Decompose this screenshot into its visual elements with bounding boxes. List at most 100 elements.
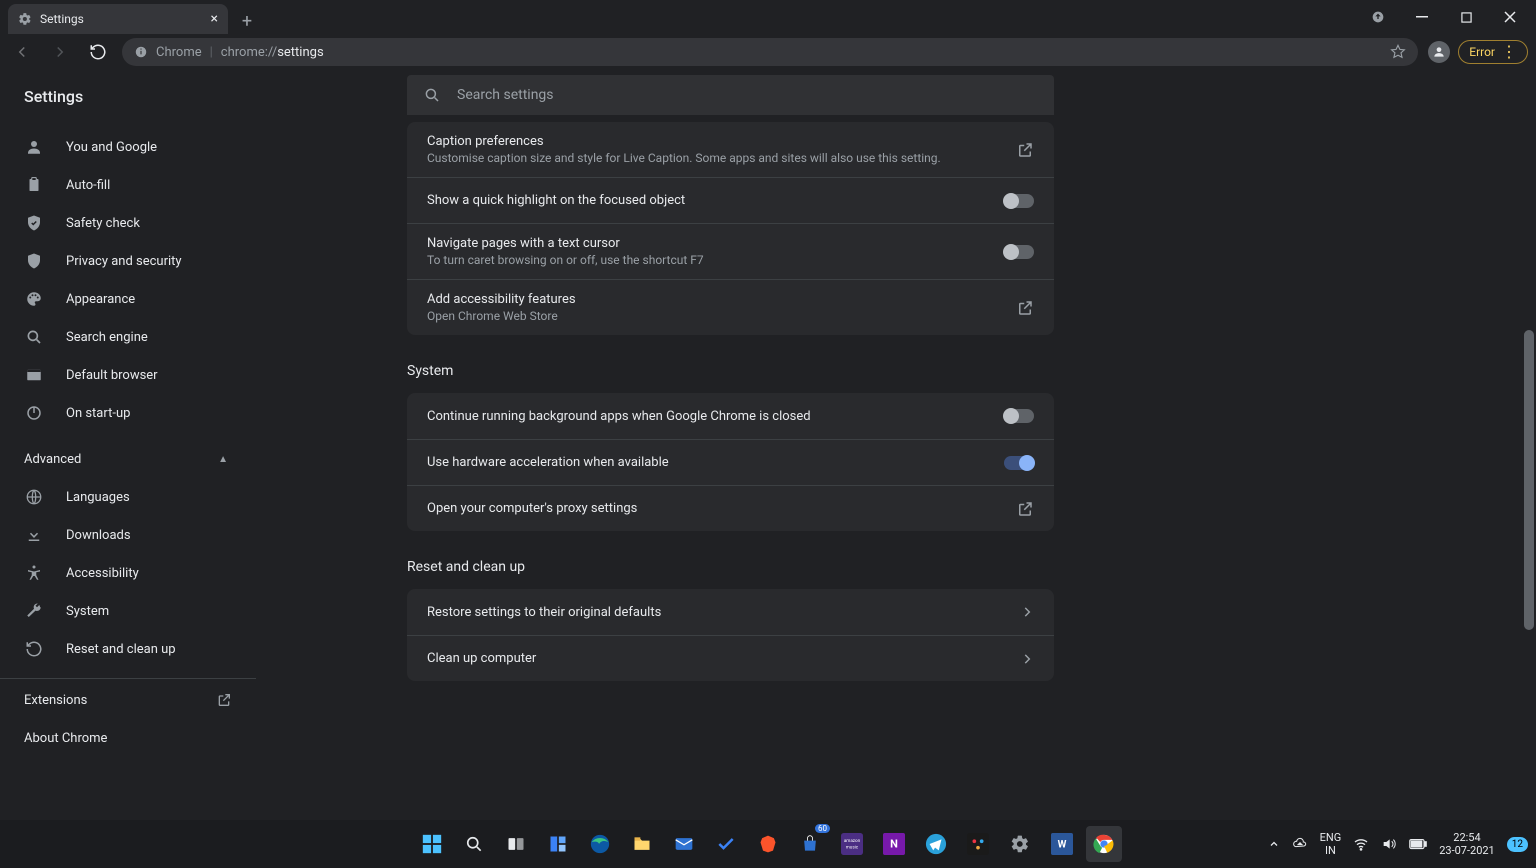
windows-taskbar: 60 amazonmusic N W ENG IN 22:54 23-07-20… bbox=[0, 820, 1536, 868]
sidebar-item-system[interactable]: System bbox=[0, 592, 256, 630]
notification-badge[interactable]: 12 bbox=[1507, 837, 1528, 852]
new-tab-button[interactable]: + bbox=[234, 8, 260, 34]
palette-icon bbox=[24, 290, 44, 308]
profile-avatar-button[interactable] bbox=[1428, 41, 1450, 63]
taskbar-search-button[interactable] bbox=[456, 826, 492, 862]
clock[interactable]: 22:54 23-07-2021 bbox=[1439, 831, 1495, 857]
volume-icon[interactable] bbox=[1381, 836, 1397, 852]
file-explorer-icon[interactable] bbox=[624, 826, 660, 862]
language-indicator[interactable]: ENG IN bbox=[1320, 831, 1342, 857]
scrollbar-thumb[interactable] bbox=[1524, 330, 1534, 630]
window-close-button[interactable] bbox=[1490, 3, 1530, 31]
sidebar-item-languages[interactable]: Languages bbox=[0, 478, 256, 516]
bookmark-star-icon[interactable] bbox=[1390, 44, 1406, 60]
sidebar-divider bbox=[0, 678, 256, 679]
chevron-right-icon bbox=[1020, 652, 1034, 666]
chrome-icon[interactable] bbox=[1086, 826, 1122, 862]
address-bar[interactable]: Chrome | chrome://settings bbox=[122, 38, 1418, 66]
row-title: Show a quick highlight on the focused ob… bbox=[427, 193, 685, 208]
row-add-accessibility[interactable]: Add accessibility features Open Chrome W… bbox=[407, 279, 1054, 335]
row-hardware-accel[interactable]: Use hardware acceleration when available bbox=[407, 439, 1054, 485]
error-indicator-button[interactable]: Error ⋮ bbox=[1458, 40, 1528, 64]
open-external-icon[interactable] bbox=[1016, 500, 1034, 518]
open-external-icon[interactable] bbox=[1016, 141, 1034, 159]
sidebar-item-downloads[interactable]: Downloads bbox=[0, 516, 256, 554]
battery-icon[interactable] bbox=[1409, 838, 1427, 850]
mail-icon[interactable] bbox=[666, 826, 702, 862]
sidebar-item-label: Reset and clean up bbox=[66, 642, 176, 657]
edge-icon[interactable] bbox=[582, 826, 618, 862]
page-title: Settings bbox=[24, 87, 83, 106]
open-external-icon[interactable] bbox=[1016, 299, 1034, 317]
task-view-button[interactable] bbox=[498, 826, 534, 862]
toggle-hardware-accel[interactable] bbox=[1004, 456, 1034, 470]
window-minimize-button[interactable] bbox=[1402, 3, 1442, 31]
start-button[interactable] bbox=[414, 826, 450, 862]
gear-icon bbox=[18, 12, 32, 26]
row-title: Continue running background apps when Go… bbox=[427, 409, 811, 424]
sidebar-item-appearance[interactable]: Appearance bbox=[0, 280, 256, 318]
sidebar-item-safety-check[interactable]: Safety check bbox=[0, 204, 256, 242]
back-button[interactable] bbox=[8, 38, 36, 66]
telegram-icon[interactable] bbox=[918, 826, 954, 862]
sidebar-advanced-toggle[interactable]: Advanced ▲ bbox=[0, 440, 256, 478]
settings-search-bar[interactable] bbox=[407, 75, 1054, 115]
chevron-right-icon bbox=[1020, 605, 1034, 619]
extension-shield-icon[interactable] bbox=[1370, 9, 1386, 25]
row-title: Clean up computer bbox=[427, 651, 536, 666]
sidebar-item-default-browser[interactable]: Default browser bbox=[0, 356, 256, 394]
sidebar-item-you-and-google[interactable]: You and Google bbox=[0, 128, 256, 166]
sidebar-item-autofill[interactable]: Auto-fill bbox=[0, 166, 256, 204]
widgets-button[interactable] bbox=[540, 826, 576, 862]
sidebar-item-label: Auto-fill bbox=[66, 178, 110, 193]
row-text-cursor[interactable]: Navigate pages with a text cursor To tur… bbox=[407, 223, 1054, 279]
site-info-icon[interactable] bbox=[134, 45, 148, 59]
taskbar-center-icons: 60 amazonmusic N W bbox=[414, 826, 1122, 862]
row-cleanup-computer[interactable]: Clean up computer bbox=[407, 635, 1054, 681]
sidebar-item-label: Accessibility bbox=[66, 566, 139, 581]
sidebar-item-search-engine[interactable]: Search engine bbox=[0, 318, 256, 356]
onenote-icon[interactable]: N bbox=[876, 826, 912, 862]
row-proxy-settings[interactable]: Open your computer's proxy settings bbox=[407, 485, 1054, 531]
sidebar-item-label: Downloads bbox=[66, 528, 131, 543]
onedrive-tray-icon[interactable] bbox=[1292, 836, 1308, 852]
power-icon bbox=[24, 404, 44, 422]
row-background-apps[interactable]: Continue running background apps when Go… bbox=[407, 393, 1054, 439]
window-maximize-button[interactable] bbox=[1446, 3, 1486, 31]
search-input[interactable] bbox=[457, 87, 1038, 103]
word-icon[interactable]: W bbox=[1044, 826, 1080, 862]
url-scheme: Chrome bbox=[156, 45, 202, 60]
davinci-icon[interactable] bbox=[960, 826, 996, 862]
toggle-background-apps[interactable] bbox=[1004, 409, 1034, 423]
forward-button[interactable] bbox=[46, 38, 74, 66]
section-label-reset: Reset and clean up bbox=[407, 559, 1054, 575]
row-quick-highlight[interactable]: Show a quick highlight on the focused ob… bbox=[407, 177, 1054, 223]
amazon-music-icon[interactable]: amazonmusic bbox=[834, 826, 870, 862]
settings-icon[interactable] bbox=[1002, 826, 1038, 862]
browser-titlebar: Settings × + bbox=[0, 0, 1536, 34]
restore-icon bbox=[24, 640, 44, 658]
toggle-quick-highlight[interactable] bbox=[1004, 194, 1034, 208]
tray-overflow-icon[interactable] bbox=[1268, 838, 1280, 850]
row-restore-defaults[interactable]: Restore settings to their original defau… bbox=[407, 589, 1054, 635]
sidebar-item-accessibility[interactable]: Accessibility bbox=[0, 554, 256, 592]
brave-icon[interactable] bbox=[750, 826, 786, 862]
sidebar-extensions-link[interactable]: Extensions bbox=[0, 681, 256, 719]
search-icon bbox=[24, 328, 44, 346]
about-label: About Chrome bbox=[24, 731, 107, 746]
wifi-icon[interactable] bbox=[1353, 836, 1369, 852]
sidebar-item-on-startup[interactable]: On start-up bbox=[0, 394, 256, 432]
sidebar-item-privacy[interactable]: Privacy and security bbox=[0, 242, 256, 280]
row-caption-preferences[interactable]: Caption preferences Customise caption si… bbox=[407, 122, 1054, 177]
toggle-text-cursor[interactable] bbox=[1004, 245, 1034, 259]
sidebar-item-reset[interactable]: Reset and clean up bbox=[0, 630, 256, 668]
reload-button[interactable] bbox=[84, 38, 112, 66]
error-label: Error bbox=[1469, 45, 1495, 59]
sidebar-item-label: On start-up bbox=[66, 406, 130, 421]
store-icon[interactable]: 60 bbox=[792, 826, 828, 862]
sidebar-about-link[interactable]: About Chrome bbox=[0, 719, 256, 757]
browser-tab[interactable]: Settings × bbox=[8, 4, 228, 34]
vertical-scrollbar[interactable] bbox=[1522, 70, 1536, 820]
close-tab-icon[interactable]: × bbox=[211, 11, 218, 27]
todo-icon[interactable] bbox=[708, 826, 744, 862]
